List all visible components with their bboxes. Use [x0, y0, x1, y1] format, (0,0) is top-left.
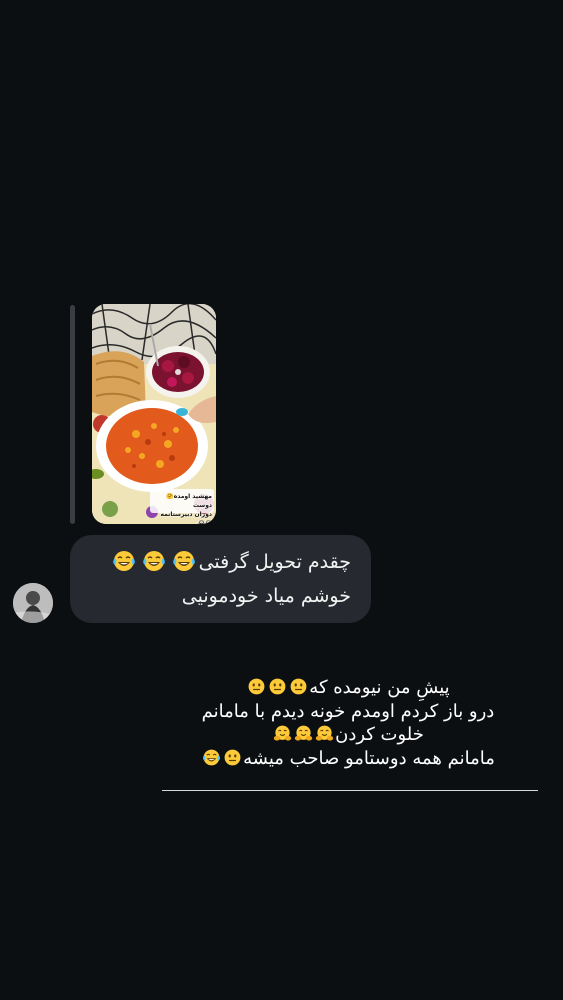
- message-line-1-text: چقدم تحویل گرفتی: [198, 551, 351, 573]
- story-caption-line-2: دوران دبیرستانمه 😂😂: [160, 511, 212, 524]
- neutral-face-emoji: [269, 678, 286, 695]
- food-photo-image: [92, 304, 216, 524]
- overlay-line-1-text: پیشِ من نیومده که: [309, 677, 450, 698]
- story-caption-line-1: مهشید اومده🤗 دوست: [166, 493, 212, 509]
- message-bubble[interactable]: چقدم تحویل گرفتی خوشم میاد خودمونیی: [70, 535, 371, 623]
- laughing-tears-emoji: [172, 551, 195, 571]
- overlay-line-1: پیشِ من نیومده که: [158, 676, 538, 700]
- overlay-line-4: مامانم همه دوستامو صاحب میشه: [158, 747, 538, 771]
- hugging-face-emoji: [273, 725, 292, 741]
- overlay-underline: [162, 790, 538, 791]
- story-reply-thumbnail[interactable]: مهشید اومده🤗 دوست دوران دبیرستانمه 😂😂: [92, 304, 216, 524]
- reply-indicator-bar: [70, 305, 75, 524]
- laughing-tears-emoji: [112, 551, 135, 571]
- neutral-face-emoji: [290, 678, 307, 695]
- overlay-line-3: خلوت کردن: [158, 723, 538, 747]
- overlay-line-2: درو باز کردم اومدم خونه دیدم با مامانم: [201, 700, 495, 722]
- laughing-tears-emoji: [142, 551, 165, 571]
- overlay-line-3-text: خلوت کردن: [335, 724, 424, 745]
- overlay-caption: پیشِ من نیومده که درو باز کردم اومدم خون…: [158, 676, 538, 770]
- hugging-face-emoji: [315, 725, 334, 741]
- message-line-1: چقدم تحویل گرفتی: [105, 549, 351, 573]
- message-line-2: خوشم میاد خودمونیی: [181, 585, 351, 607]
- laughing-tears-emoji: [203, 749, 221, 765]
- neutral-face-emoji: [224, 749, 241, 765]
- hugging-face-emoji: [294, 725, 313, 741]
- story-thumbnail-caption: مهشید اومده🤗 دوست دوران دبیرستانمه 😂😂: [152, 492, 212, 524]
- overlay-line-4-text: مامانم همه دوستامو صاحب میشه: [243, 747, 495, 769]
- neutral-face-emoji: [248, 678, 265, 695]
- profile-photo-image: [13, 583, 53, 623]
- emoji-group: [109, 549, 199, 573]
- sender-avatar[interactable]: [13, 583, 53, 623]
